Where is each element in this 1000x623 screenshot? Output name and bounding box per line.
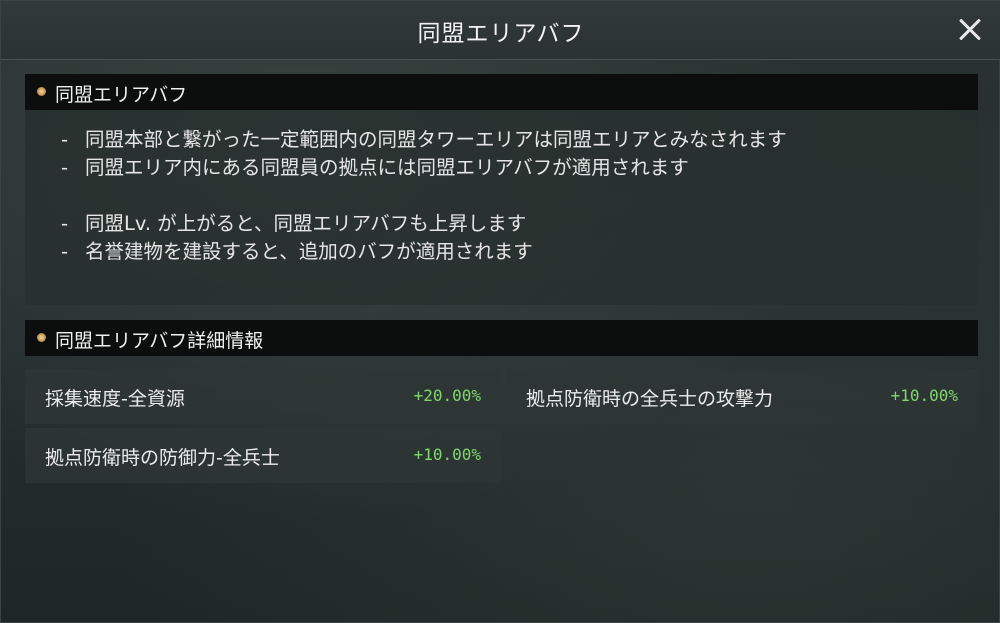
section-header-area-buff: 同盟エリアバフ	[25, 74, 978, 110]
bullet-dot-icon	[37, 87, 46, 96]
stat-name: 拠点防衛時の防御力-全兵士	[45, 447, 280, 469]
stat-value: +10.00%	[413, 445, 481, 464]
dialog-titlebar: 同盟エリアバフ	[1, 1, 1000, 60]
dialog-title: 同盟エリアバフ	[417, 21, 585, 47]
alliance-area-buff-dialog: 同盟エリアバフ 同盟エリアバフ - 同盟本部と繋がった一定範囲内の同盟タワーエリア…	[0, 0, 1000, 623]
section-title: 同盟エリアバフ	[55, 84, 188, 106]
stat-row-defense-attack: 拠点防衛時の全兵士の攻撃力 +10.00%	[506, 369, 978, 424]
stat-name: 拠点防衛時の全兵士の攻撃力	[526, 388, 774, 410]
close-icon[interactable]	[953, 13, 987, 47]
stat-name: 採集速度-全資源	[45, 388, 185, 410]
stat-row-defense-defense: 拠点防衛時の防御力-全兵士 +10.00%	[25, 428, 501, 483]
description-line: - 名誉建物を建設すると、追加のバフが適用されます	[61, 240, 533, 263]
section-title: 同盟エリアバフ詳細情報	[55, 330, 264, 352]
stat-value: +10.00%	[890, 386, 958, 405]
stat-value: +20.00%	[413, 386, 481, 405]
bullet-dot-icon	[37, 333, 46, 342]
description-box: - 同盟本部と繋がった一定範囲内の同盟タワーエリアは同盟エリアとみなされます -同…	[25, 110, 978, 305]
section-header-buff-details: 同盟エリアバフ詳細情報	[25, 320, 978, 356]
description-line: - 同盟エリア内にある同盟員の拠点には同盟エリアバフが適用されます	[61, 156, 689, 179]
description-line: - 同盟Lv. が上がると、同盟エリアバフも上昇します	[61, 212, 527, 235]
description-line: - 同盟本部と繋がった一定範囲内の同盟タワーエリアは同盟エリアとみなされます	[61, 128, 787, 151]
stat-row-gathering-speed: 採集速度-全資源 +20.00%	[25, 369, 501, 424]
